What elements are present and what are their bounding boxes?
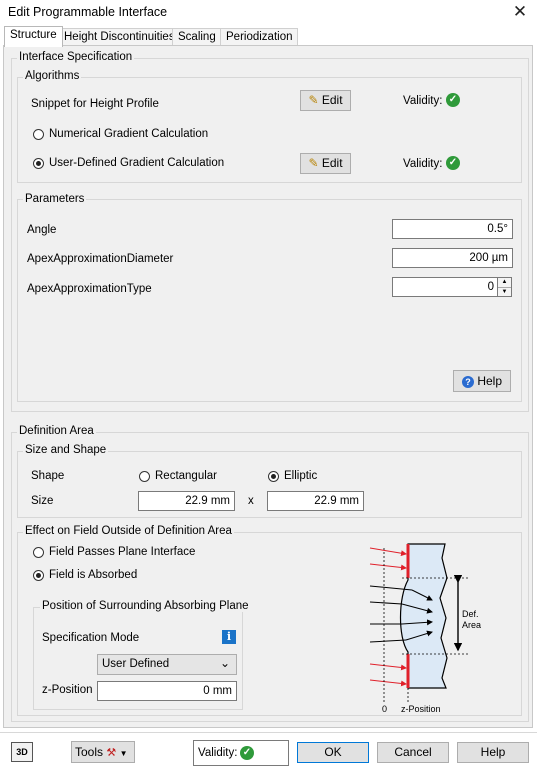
field-absorbed-label: Field is Absorbed — [49, 569, 138, 581]
size-label: Size — [31, 495, 54, 507]
definition-area-title: Definition Area — [17, 425, 96, 437]
cancel-button[interactable]: Cancel — [377, 742, 449, 763]
footer-validity-check-icon: ✓ — [240, 746, 254, 760]
tools-icon: ⚒ — [106, 747, 117, 759]
pencil-icon: ✎ — [308, 93, 319, 107]
size-x-input[interactable]: 22.9 mm — [138, 491, 235, 511]
field-passes-radio[interactable] — [33, 547, 44, 558]
user-defined-gradient-radio[interactable] — [33, 158, 44, 169]
spin-up-icon[interactable]: ▲ — [498, 278, 511, 288]
user-defined-gradient-label: User-Defined Gradient Calculation — [49, 157, 225, 169]
absorbing-plane-diagram — [369, 543, 468, 702]
size-y-input[interactable]: 22.9 mm — [267, 491, 364, 511]
rectangular-radio[interactable] — [139, 471, 150, 482]
diagram-def-label: Def. — [462, 609, 479, 619]
z-position-label: z-Position — [42, 684, 93, 696]
param-label-apex-type: ApexApproximationType — [27, 283, 152, 295]
validity-check-icon: ✓ — [446, 93, 460, 107]
validity-check-icon: ✓ — [446, 156, 460, 170]
size-times-label: x — [248, 495, 254, 507]
snippet-label: Snippet for Height Profile — [31, 98, 159, 110]
algorithms-title: Algorithms — [23, 70, 82, 82]
angle-input[interactable]: 0.5° — [392, 219, 513, 239]
help-icon: ? — [461, 376, 474, 388]
chevron-down-icon: ▼ — [119, 749, 128, 758]
title-bar: Edit Programmable Interface ✕ — [0, 0, 537, 26]
diagram-z-label: z-Position — [401, 704, 441, 714]
spec-mode-dropdown[interactable]: User Defined ⌄ — [97, 654, 237, 675]
numerical-gradient-radio[interactable] — [33, 129, 44, 140]
absorbing-plane-title: Position of Surrounding Absorbing Plane — [40, 600, 251, 612]
elliptic-label: Elliptic — [284, 470, 318, 482]
effect-field-title: Effect on Field Outside of Definition Ar… — [23, 525, 234, 537]
spec-mode-value: User Defined — [102, 658, 170, 670]
shape-label: Shape — [31, 470, 65, 482]
edit-label: Edit — [321, 93, 343, 107]
validity-label: Validity: — [403, 95, 443, 107]
field-absorbed-radio[interactable] — [33, 570, 44, 581]
tools-button[interactable]: Tools ⚒ ▼ — [71, 741, 135, 763]
rectangular-label: Rectangular — [155, 470, 218, 482]
param-label-angle: Angle — [27, 224, 57, 236]
spec-mode-label: Specification Mode — [42, 632, 140, 644]
numerical-gradient-label: Numerical Gradient Calculation — [49, 128, 209, 140]
tab-scaling[interactable]: Scaling — [172, 28, 222, 46]
z-position-input[interactable]: 0 mm — [97, 681, 237, 701]
pencil-icon: ✎ — [308, 156, 319, 170]
edit-snippet-button[interactable]: ✎ Edit — [300, 90, 351, 111]
field-passes-label: Field Passes Plane Interface — [49, 546, 196, 558]
tab-periodization[interactable]: Periodization — [220, 28, 299, 46]
param-label-apex-diameter: ApexApproximationDiameter — [27, 253, 174, 265]
tab-structure[interactable]: Structure — [4, 26, 63, 47]
edit-gradient-button[interactable]: ✎ Edit — [300, 153, 351, 174]
help-button[interactable]: Help — [457, 742, 529, 763]
help-label: Help — [477, 374, 503, 388]
diagram-area-label: Area — [462, 620, 482, 630]
interface-spec-title: Interface Specification — [17, 51, 135, 63]
footer-validity-box: Validity: ✓ — [193, 740, 289, 766]
diagram-zero-label: 0 — [382, 704, 388, 714]
footer-separator — [0, 732, 537, 733]
tools-label: Tools — [75, 745, 104, 759]
tab-height-discontinuities[interactable]: Height Discontinuities — [58, 28, 181, 46]
info-icon[interactable]: i — [222, 630, 236, 644]
parameters-help-button[interactable]: ? Help — [453, 370, 511, 392]
apex-type-spinner[interactable]: ▲ ▼ — [497, 277, 512, 297]
close-icon[interactable]: ✕ — [509, 2, 531, 22]
footer-validity-label: Validity: — [198, 747, 238, 759]
edit-label: Edit — [321, 156, 343, 170]
ok-button[interactable]: OK — [297, 742, 369, 763]
elliptic-radio[interactable] — [268, 471, 279, 482]
window-title: Edit Programmable Interface — [8, 5, 168, 19]
3d-view-icon[interactable]: 3D — [11, 742, 33, 762]
apex-diameter-input[interactable]: 200 µm — [392, 248, 513, 268]
validity-label: Validity: — [403, 158, 443, 170]
chevron-down-icon: ⌄ — [220, 656, 231, 670]
parameters-title: Parameters — [23, 193, 87, 205]
apex-type-input[interactable]: 0 — [392, 277, 498, 297]
size-shape-title: Size and Shape — [23, 444, 109, 456]
spin-down-icon[interactable]: ▼ — [498, 288, 511, 297]
